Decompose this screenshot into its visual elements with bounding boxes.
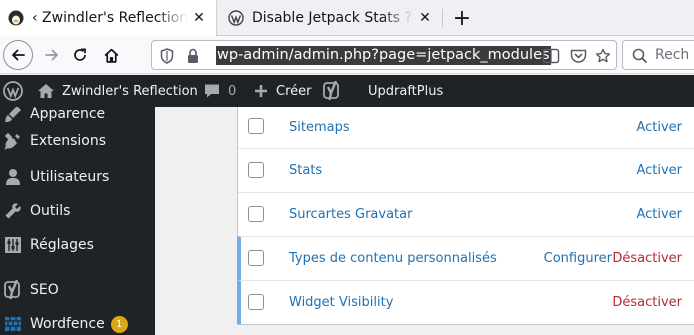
main-content: Sitemaps Activer Stats Activer Surcartes… — [155, 107, 694, 335]
module-name-link[interactable]: Stats — [289, 163, 322, 178]
pocket-icon[interactable] — [569, 47, 587, 65]
admin-sidebar-menu: Apparence Extensions Utilisateurs Outils… — [0, 107, 155, 335]
sidebar-item-label: Apparence — [30, 107, 106, 122]
sidebar-item-extensions[interactable]: Extensions — [0, 124, 155, 158]
table-row: Sitemaps Activer — [238, 107, 694, 148]
yoast-icon — [4, 280, 22, 300]
notification-badge: 1 — [110, 315, 128, 333]
bookmark-star-icon[interactable] — [594, 47, 612, 65]
plugin-icon — [4, 132, 22, 150]
wrench-icon — [4, 202, 22, 220]
comments-count[interactable]: 0 — [228, 75, 236, 107]
sidebar-item-utilisateurs[interactable]: Utilisateurs — [0, 160, 155, 194]
search-icon — [631, 47, 649, 65]
updraftplus-link[interactable]: UpdraftPlus — [368, 75, 443, 107]
tab-title: Disable Jetpack Stats ? No — [252, 10, 414, 26]
forward-arrow-icon[interactable] — [38, 41, 66, 69]
wordpress-favicon-icon — [228, 10, 244, 26]
activate-link[interactable]: Activer — [636, 163, 682, 178]
search-placeholder: Rech — [655, 47, 690, 63]
sidebar-item-label: Extensions — [30, 133, 107, 149]
settings-icon — [4, 236, 22, 254]
sidebar-item-reglages[interactable]: Réglages — [0, 228, 155, 262]
module-name-link[interactable]: Surcartes Gravatar — [289, 207, 412, 222]
wordfence-icon — [4, 315, 22, 333]
sidebar-item-label: SEO — [30, 282, 59, 298]
new-plus-icon[interactable] — [253, 75, 269, 107]
sidebar-item-outils[interactable]: Outils — [0, 194, 155, 228]
search-bar[interactable]: Rech — [622, 40, 694, 70]
sidebar-item-label: Outils — [30, 203, 71, 219]
activate-link[interactable]: Activer — [636, 207, 682, 222]
browser-tab[interactable]: Disable Jetpack Stats ? No ✕ — [220, 0, 442, 36]
padlock-icon[interactable] — [184, 47, 202, 65]
sidebar-item-label: Réglages — [30, 237, 94, 253]
deactivate-link[interactable]: Désactiver — [612, 251, 682, 266]
home-icon[interactable] — [97, 41, 125, 69]
row-checkbox[interactable] — [248, 162, 264, 178]
wordpress-logo-icon[interactable] — [3, 75, 23, 107]
brush-icon — [4, 107, 22, 123]
sidebar-item-label: Wordfence — [30, 316, 105, 332]
site-name-link[interactable]: Zwindler's Reflection — [62, 75, 198, 107]
row-checkbox[interactable] — [248, 206, 264, 222]
tab-close-icon[interactable]: ✕ — [188, 7, 210, 29]
configure-link[interactable]: Configurer — [544, 251, 612, 266]
deactivate-link[interactable]: Désactiver — [612, 295, 682, 310]
modules-table: Sitemaps Activer Stats Activer Surcartes… — [237, 107, 694, 325]
tab-separator — [442, 9, 443, 27]
sidebar-item-wordfence[interactable]: Wordfence 1 — [0, 307, 155, 335]
row-checkbox[interactable] — [248, 250, 264, 266]
comments-icon[interactable] — [203, 75, 221, 107]
new-content-link[interactable]: Créer — [276, 75, 311, 107]
browser-tab-active[interactable]: ‹ Zwindler's Reflection — W ✕ — [0, 0, 216, 36]
wp-admin-bar: Zwindler's Reflection 0 Créer UpdraftPlu… — [0, 75, 694, 107]
table-row: Types de contenu personnalisés Configure… — [237, 236, 694, 280]
back-arrow-icon[interactable] — [3, 40, 33, 70]
site-favicon-icon — [8, 10, 24, 26]
reader-mode-icon[interactable] — [542, 47, 560, 65]
yoast-seo-icon[interactable] — [323, 75, 341, 107]
activate-link[interactable]: Activer — [636, 120, 682, 135]
tracking-shield-icon[interactable] — [158, 47, 176, 65]
sidebar-item-label: Utilisateurs — [30, 169, 110, 185]
table-row: Surcartes Gravatar Activer — [238, 192, 694, 236]
module-name-link[interactable]: Types de contenu personnalisés — [289, 251, 497, 266]
row-checkbox[interactable] — [248, 294, 264, 310]
browser-toolbar: wp-admin/admin.php?page=jetpack_modules … — [0, 36, 694, 74]
users-icon — [4, 168, 22, 186]
site-home-icon[interactable] — [37, 75, 55, 107]
url-text[interactable]: wp-admin/admin.php?page=jetpack_modules — [216, 46, 551, 65]
tab-title: ‹ Zwindler's Reflection — W — [32, 10, 188, 26]
address-bar[interactable]: wp-admin/admin.php?page=jetpack_modules — [151, 40, 617, 70]
reload-icon[interactable] — [66, 41, 94, 69]
browser-tab-strip: ‹ Zwindler's Reflection — W ✕ Disable Je… — [0, 0, 694, 36]
sidebar-item-seo[interactable]: SEO — [0, 273, 155, 307]
row-checkbox[interactable] — [248, 118, 264, 134]
new-tab-plus-icon[interactable]: + — [448, 4, 476, 32]
module-name-link[interactable]: Sitemaps — [289, 120, 350, 135]
tab-close-icon[interactable]: ✕ — [414, 7, 436, 29]
table-row: Widget Visibility Désactiver — [237, 280, 694, 324]
module-name-link[interactable]: Widget Visibility — [289, 295, 393, 310]
table-row: Stats Activer — [238, 148, 694, 192]
